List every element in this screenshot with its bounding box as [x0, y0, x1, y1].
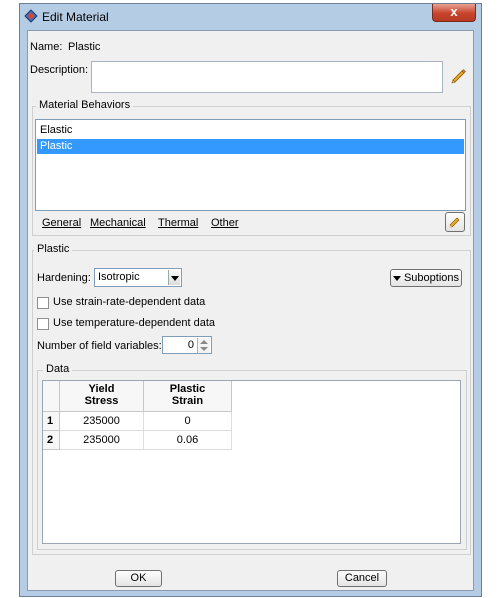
spinner-arrows-icon[interactable] [197, 338, 210, 353]
menu-thermal[interactable]: Thermal [158, 217, 198, 229]
chevron-down-icon[interactable] [168, 270, 180, 285]
data-table[interactable]: Yield Stress Plastic Strain 1 235000 0 2… [42, 380, 461, 544]
dialog-body: Name: Plastic Description: Material Beha… [27, 30, 474, 591]
row-header-2[interactable]: 2 [43, 431, 60, 450]
ok-button[interactable]: OK [115, 570, 162, 587]
field-variables-label: Number of field variables: [37, 340, 162, 352]
table-cell-plastic-strain-2[interactable]: 0.06 [144, 431, 232, 450]
table-cell-yield-stress-1[interactable]: 235000 [60, 412, 144, 431]
temperature-label: Use temperature-dependent data [53, 317, 216, 329]
column-header-yield-stress[interactable]: Yield Stress [60, 381, 144, 412]
abaqus-icon [24, 9, 38, 23]
strain-rate-label: Use strain-rate-dependent data [53, 296, 206, 308]
description-label: Description: [30, 64, 89, 76]
name-label: Name: [30, 41, 63, 53]
table-corner-header [43, 381, 60, 412]
table-cell-yield-stress-2[interactable]: 235000 [60, 431, 144, 450]
row-header-1[interactable]: 1 [43, 412, 60, 431]
hardening-value: Isotropic [98, 271, 140, 283]
edit-tool-icon [449, 217, 460, 228]
hardening-select[interactable]: Isotropic [94, 268, 182, 287]
suboptions-button[interactable]: Suboptions [390, 269, 462, 287]
close-icon: x [450, 4, 458, 19]
hardening-label: Hardening: [37, 272, 91, 284]
menu-general[interactable]: General [42, 217, 81, 229]
behavior-menu-bar: General Mechanical Thermal Other [42, 217, 262, 233]
field-variables-spinner[interactable]: 0 [162, 336, 212, 354]
data-group-title: Data [43, 363, 73, 375]
pencil-icon[interactable] [450, 67, 468, 85]
dropdown-arrow-icon [392, 275, 401, 281]
suboptions-label: Suboptions [403, 272, 460, 284]
field-variables-value: 0 [187, 339, 194, 351]
material-behaviors-title: Material Behaviors [36, 99, 134, 111]
menu-mechanical[interactable]: Mechanical [90, 217, 146, 229]
material-behaviors-list[interactable]: Elastic Plastic [35, 119, 466, 211]
title-bar[interactable]: Edit Material x [20, 4, 481, 30]
close-button[interactable]: x [432, 4, 476, 22]
table-cell-plastic-strain-1[interactable]: 0 [144, 412, 232, 431]
cancel-button[interactable]: Cancel [337, 570, 387, 587]
list-item-plastic[interactable]: Plastic [37, 139, 464, 154]
edit-material-window: Edit Material x Name: Plastic Descriptio… [19, 3, 482, 597]
menu-other[interactable]: Other [211, 217, 239, 229]
name-value: Plastic [68, 41, 101, 53]
window-title: Edit Material [42, 10, 109, 24]
column-header-plastic-strain[interactable]: Plastic Strain [144, 381, 232, 412]
temperature-checkbox[interactable] [37, 318, 49, 330]
plastic-section-title: Plastic [34, 243, 73, 255]
list-item-elastic[interactable]: Elastic [37, 123, 464, 138]
strain-rate-checkbox[interactable] [37, 297, 49, 309]
description-field[interactable] [91, 61, 443, 93]
edit-behavior-button[interactable] [445, 212, 465, 232]
